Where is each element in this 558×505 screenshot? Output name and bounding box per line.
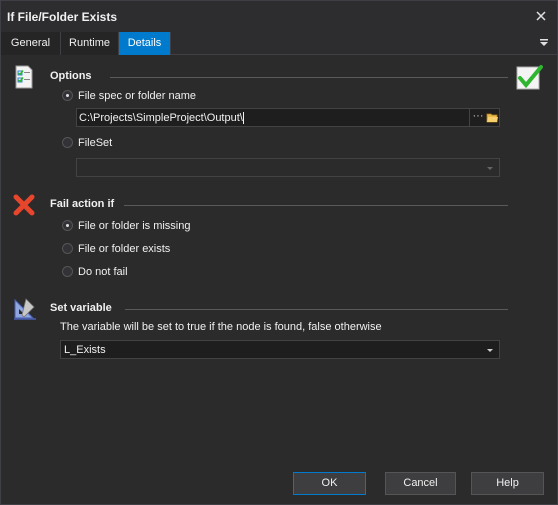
field-divider <box>469 109 470 126</box>
cancel-button[interactable]: Cancel <box>385 472 456 495</box>
tab-runtime[interactable]: Runtime <box>61 32 119 55</box>
browse-dots-button[interactable]: ··· <box>471 110 485 122</box>
dialog-window: If File/Folder Exists General Runtime De… <box>0 0 558 505</box>
ok-button[interactable]: OK <box>293 472 366 495</box>
close-icon[interactable] <box>531 6 551 26</box>
tab-details[interactable]: Details <box>119 32 171 55</box>
set-variable-title: Set variable <box>50 302 112 314</box>
chevron-down-icon[interactable] <box>485 345 495 355</box>
radio-fail-missing[interactable] <box>62 220 73 231</box>
fail-x-icon <box>12 193 36 217</box>
radio-do-not-fail[interactable] <box>62 266 73 277</box>
chevron-down-icon <box>485 163 495 173</box>
radio-fail-exists[interactable] <box>62 243 73 254</box>
tab-menu-icon[interactable] <box>538 37 550 49</box>
window-title: If File/Folder Exists <box>7 10 118 24</box>
valid-check-icon <box>515 64 543 92</box>
variable-value: L_Exists <box>64 344 106 356</box>
fileset-label: FileSet <box>78 137 113 149</box>
folder-icon[interactable] <box>486 111 499 124</box>
do-not-fail-label: Do not fail <box>78 266 128 278</box>
fileset-dropdown[interactable] <box>76 158 500 177</box>
fail-missing-label: File or folder is missing <box>78 220 191 232</box>
fail-action-title: Fail action if <box>50 198 115 210</box>
checklist-icon <box>13 65 35 89</box>
file-spec-label: File spec or folder name <box>78 90 196 102</box>
variable-dropdown[interactable]: L_Exists <box>60 340 500 359</box>
file-spec-value: C:\Projects\SimpleProject\Output\ <box>79 112 243 124</box>
radio-fileset[interactable] <box>62 137 73 148</box>
set-variable-description: The variable will be set to true if the … <box>60 321 382 333</box>
title-bar: If File/Folder Exists <box>1 1 557 31</box>
help-button[interactable]: Help <box>471 472 544 495</box>
tab-general[interactable]: General <box>1 32 61 55</box>
set-variable-divider <box>125 309 508 310</box>
tab-bar: General Runtime Details <box>1 31 557 55</box>
file-spec-field[interactable]: C:\Projects\SimpleProject\Output\ ··· <box>76 108 500 127</box>
fail-action-divider <box>124 205 508 206</box>
text-cursor <box>243 112 244 124</box>
fail-exists-label: File or folder exists <box>78 243 171 255</box>
radio-file-spec[interactable] <box>62 90 73 101</box>
options-divider <box>110 77 508 78</box>
set-variable-icon <box>12 295 38 321</box>
options-title: Options <box>50 70 92 82</box>
